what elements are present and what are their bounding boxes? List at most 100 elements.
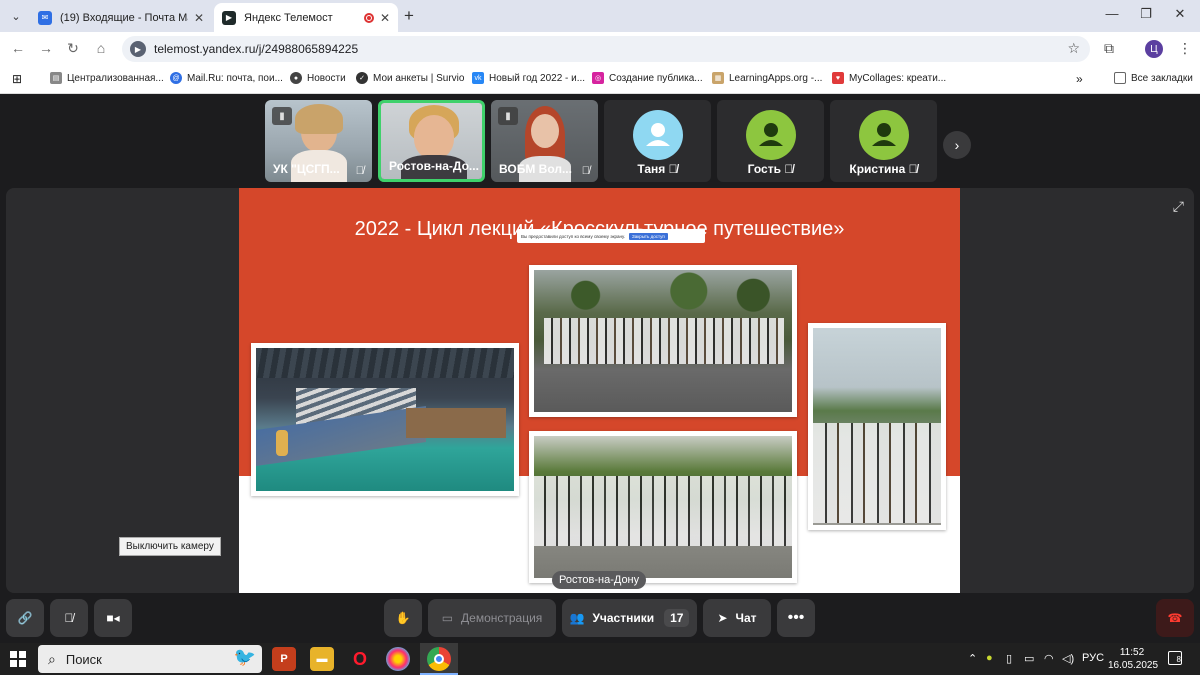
fullscreen-expand-icon[interactable]: ⤢ — [1173, 198, 1184, 215]
tab-title: Яндекс Телемост — [244, 11, 333, 24]
participant-name: УК "ЦСГП... — [273, 162, 340, 176]
call-controls-bar: 🔗 🎙̸ ■◂ ✋ ▭ Демонстрация 👥 Участники 17 … — [0, 593, 1200, 643]
user-avatar-icon — [632, 110, 683, 160]
participant-tile[interactable]: ▮ УК "ЦСГП... 🎙̸ — [265, 100, 372, 182]
more-bookmarks-icon[interactable]: » — [1076, 72, 1083, 86]
more-options-button[interactable]: ••• — [777, 599, 815, 637]
participant-tile-speaking[interactable]: Ростов-на-До... — [378, 100, 485, 182]
photo-group-alley — [529, 431, 797, 583]
hand-icon: ✋ — [395, 611, 411, 625]
bookmark-item[interactable]: ▦ LearningApps.org -... — [712, 72, 822, 84]
signal-icon: ▮ — [272, 107, 292, 125]
camera-toggle-button[interactable]: ■◂ — [94, 599, 132, 637]
file-explorer-icon[interactable]: ▬ — [310, 647, 334, 671]
bookmark-item[interactable]: @ Mail.Ru: почта, пои... — [170, 72, 283, 84]
battery-icon[interactable]: ▭ — [1024, 652, 1034, 665]
windows-taskbar: ⌕ Поиск 🐦 P ▬ O ⌃ ● ▯ ▭ ◠ ◁) РУС 11:52 1… — [0, 643, 1200, 675]
chat-button[interactable]: ➤ Чат — [703, 599, 771, 637]
screen-share-icon: ▭ — [441, 611, 454, 625]
raise-hand-button[interactable]: ✋ — [384, 599, 422, 637]
taskbar-clock[interactable]: 11:52 16.05.2025 — [1108, 646, 1158, 672]
opera-icon[interactable]: O — [348, 647, 372, 671]
apps-grid-icon[interactable]: ⊞ — [12, 72, 22, 86]
wifi-icon[interactable]: ◠ — [1044, 652, 1054, 665]
home-icon[interactable]: ⌂ — [91, 40, 111, 56]
share-banner-text: Вы предоставили доступ ко всему своему э… — [521, 233, 625, 239]
more-dots-icon: ••• — [787, 609, 805, 626]
mic-muted-icon: 🎙̸ — [784, 162, 794, 176]
tab-title: (19) Входящие - Почта Mail — [60, 11, 188, 24]
notifications-icon[interactable]: 8 — [1168, 651, 1182, 665]
tab-close-icon[interactable]: ✕ — [380, 11, 390, 25]
photo-group-street — [808, 323, 946, 530]
extensions-puzzle-icon[interactable]: ⧉ — [1104, 40, 1114, 57]
mailru-favicon-icon: @ — [170, 72, 182, 84]
reload-icon[interactable]: ↻ — [63, 40, 83, 57]
tab-search-chevron-icon[interactable]: ⌄ — [6, 6, 26, 26]
people-icon: 👥 — [569, 611, 585, 625]
site-info-icon[interactable]: ▶ — [130, 41, 146, 57]
bookmark-item[interactable]: ♥ MyCollages: креати... — [832, 72, 946, 84]
taskbar-search[interactable]: ⌕ Поиск 🐦 — [38, 645, 262, 673]
bookmark-item[interactable]: vk Новый год 2022 - и... — [472, 72, 585, 84]
mic-muted-icon: 🎙̸ — [581, 165, 590, 177]
url-omnibox[interactable]: ▶ telemost.yandex.ru/j/24988065894225 ☆ — [122, 36, 1090, 62]
participant-name: ВОБМ Вол... — [499, 162, 572, 176]
copy-link-button[interactable]: 🔗 — [6, 599, 44, 637]
browser-menu-icon[interactable]: ⋮ — [1178, 40, 1192, 57]
language-indicator[interactable]: РУС — [1082, 652, 1104, 664]
bookmark-item[interactable]: ▤ Централизованная... — [50, 72, 164, 84]
volume-icon[interactable]: ◁) — [1062, 652, 1074, 665]
mic-muted-icon: 🎙̸ — [64, 611, 74, 625]
phone-link-icon[interactable]: ▯ — [1006, 652, 1012, 665]
url-text[interactable]: telemost.yandex.ru/j/24988065894225 — [154, 42, 358, 56]
show-hidden-icons-chevron-icon[interactable]: ⌃ — [968, 652, 977, 665]
participant-tile[interactable]: Гость 🎙̸ — [717, 100, 824, 182]
tab-telemost[interactable]: ▶ Яндекс Телемост ✕ — [214, 3, 398, 32]
signal-icon: ▮ — [498, 107, 518, 125]
globe-favicon-icon: ● — [290, 72, 302, 84]
participant-tile[interactable]: Таня 🎙̸ — [604, 100, 711, 182]
participant-tile[interactable]: Кристина 🎙̸ — [830, 100, 937, 182]
phone-hangup-icon: ☎ — [1167, 611, 1183, 625]
search-icon: ⌕ — [48, 650, 56, 667]
tab-close-icon[interactable]: ✕ — [194, 11, 204, 25]
tray-app-icon[interactable]: ● — [986, 652, 993, 664]
colorful-app-icon[interactable] — [386, 647, 410, 671]
participant-name: Ростов-на-До... — [389, 159, 479, 173]
demonstration-button[interactable]: ▭ Демонстрация — [428, 599, 556, 637]
mic-muted-icon: 🎙̸ — [668, 162, 678, 176]
camera-tooltip: Выключить камеру — [119, 537, 221, 556]
all-bookmarks[interactable]: Все закладки — [1114, 72, 1193, 84]
hang-up-button[interactable]: ☎ — [1156, 599, 1194, 637]
bookmark-item[interactable]: ◎ Создание публика... — [592, 72, 703, 84]
bookmark-item[interactable]: ✓ Мои анкеты | Survio — [356, 72, 464, 84]
back-arrow-icon[interactable]: ← — [8, 40, 28, 56]
participant-name: Таня 🎙̸ — [637, 162, 678, 176]
participant-tile[interactable]: ▮ ВОБМ Вол... 🎙̸ — [491, 100, 598, 182]
mycollages-favicon-icon: ♥ — [832, 72, 844, 84]
participants-button[interactable]: 👥 Участники 17 — [562, 599, 697, 637]
forward-arrow-icon[interactable]: → — [36, 40, 56, 56]
mail-favicon-icon: ✉ — [38, 10, 52, 25]
stop-sharing-button: Закрыть доступ — [629, 232, 668, 240]
tab-mail[interactable]: ✉ (19) Входящие - Почта Mail ✕ — [30, 3, 212, 32]
telemost-app: ▮ УК "ЦСГП... 🎙̸ Ростов-на-До... ▮ ВОБМ … — [0, 94, 1200, 643]
chrome-icon[interactable] — [427, 647, 451, 671]
learningapps-favicon-icon: ▦ — [712, 72, 724, 84]
windows-start-icon[interactable] — [10, 651, 26, 667]
new-tab-plus-icon[interactable]: + — [404, 6, 414, 26]
bookmarks-bar: ⊞ ▤ Централизованная... @ Mail.Ru: почта, … — [0, 66, 1200, 94]
search-highlight-bird-icon: 🐦 — [233, 647, 256, 667]
screen-share-stage: ⤢ 2022 - Цикл лекций «Кросскультурное пу… — [6, 188, 1194, 593]
screen-share-banner: Вы предоставили доступ ко всему своему э… — [517, 229, 705, 243]
powerpoint-icon[interactable]: P — [272, 647, 296, 671]
bookmark-item[interactable]: ● Новости — [290, 72, 346, 84]
mic-toggle-button[interactable]: 🎙̸ — [50, 599, 88, 637]
bookmark-star-icon[interactable]: ☆ — [1067, 40, 1080, 57]
profile-avatar[interactable]: Ц — [1145, 40, 1163, 58]
participant-name: Кристина 🎙̸ — [849, 162, 918, 176]
group-alley-image — [534, 436, 792, 578]
participants-next-chevron-icon[interactable]: › — [943, 131, 971, 159]
window-close-icon[interactable]: ✕ — [1160, 6, 1200, 22]
